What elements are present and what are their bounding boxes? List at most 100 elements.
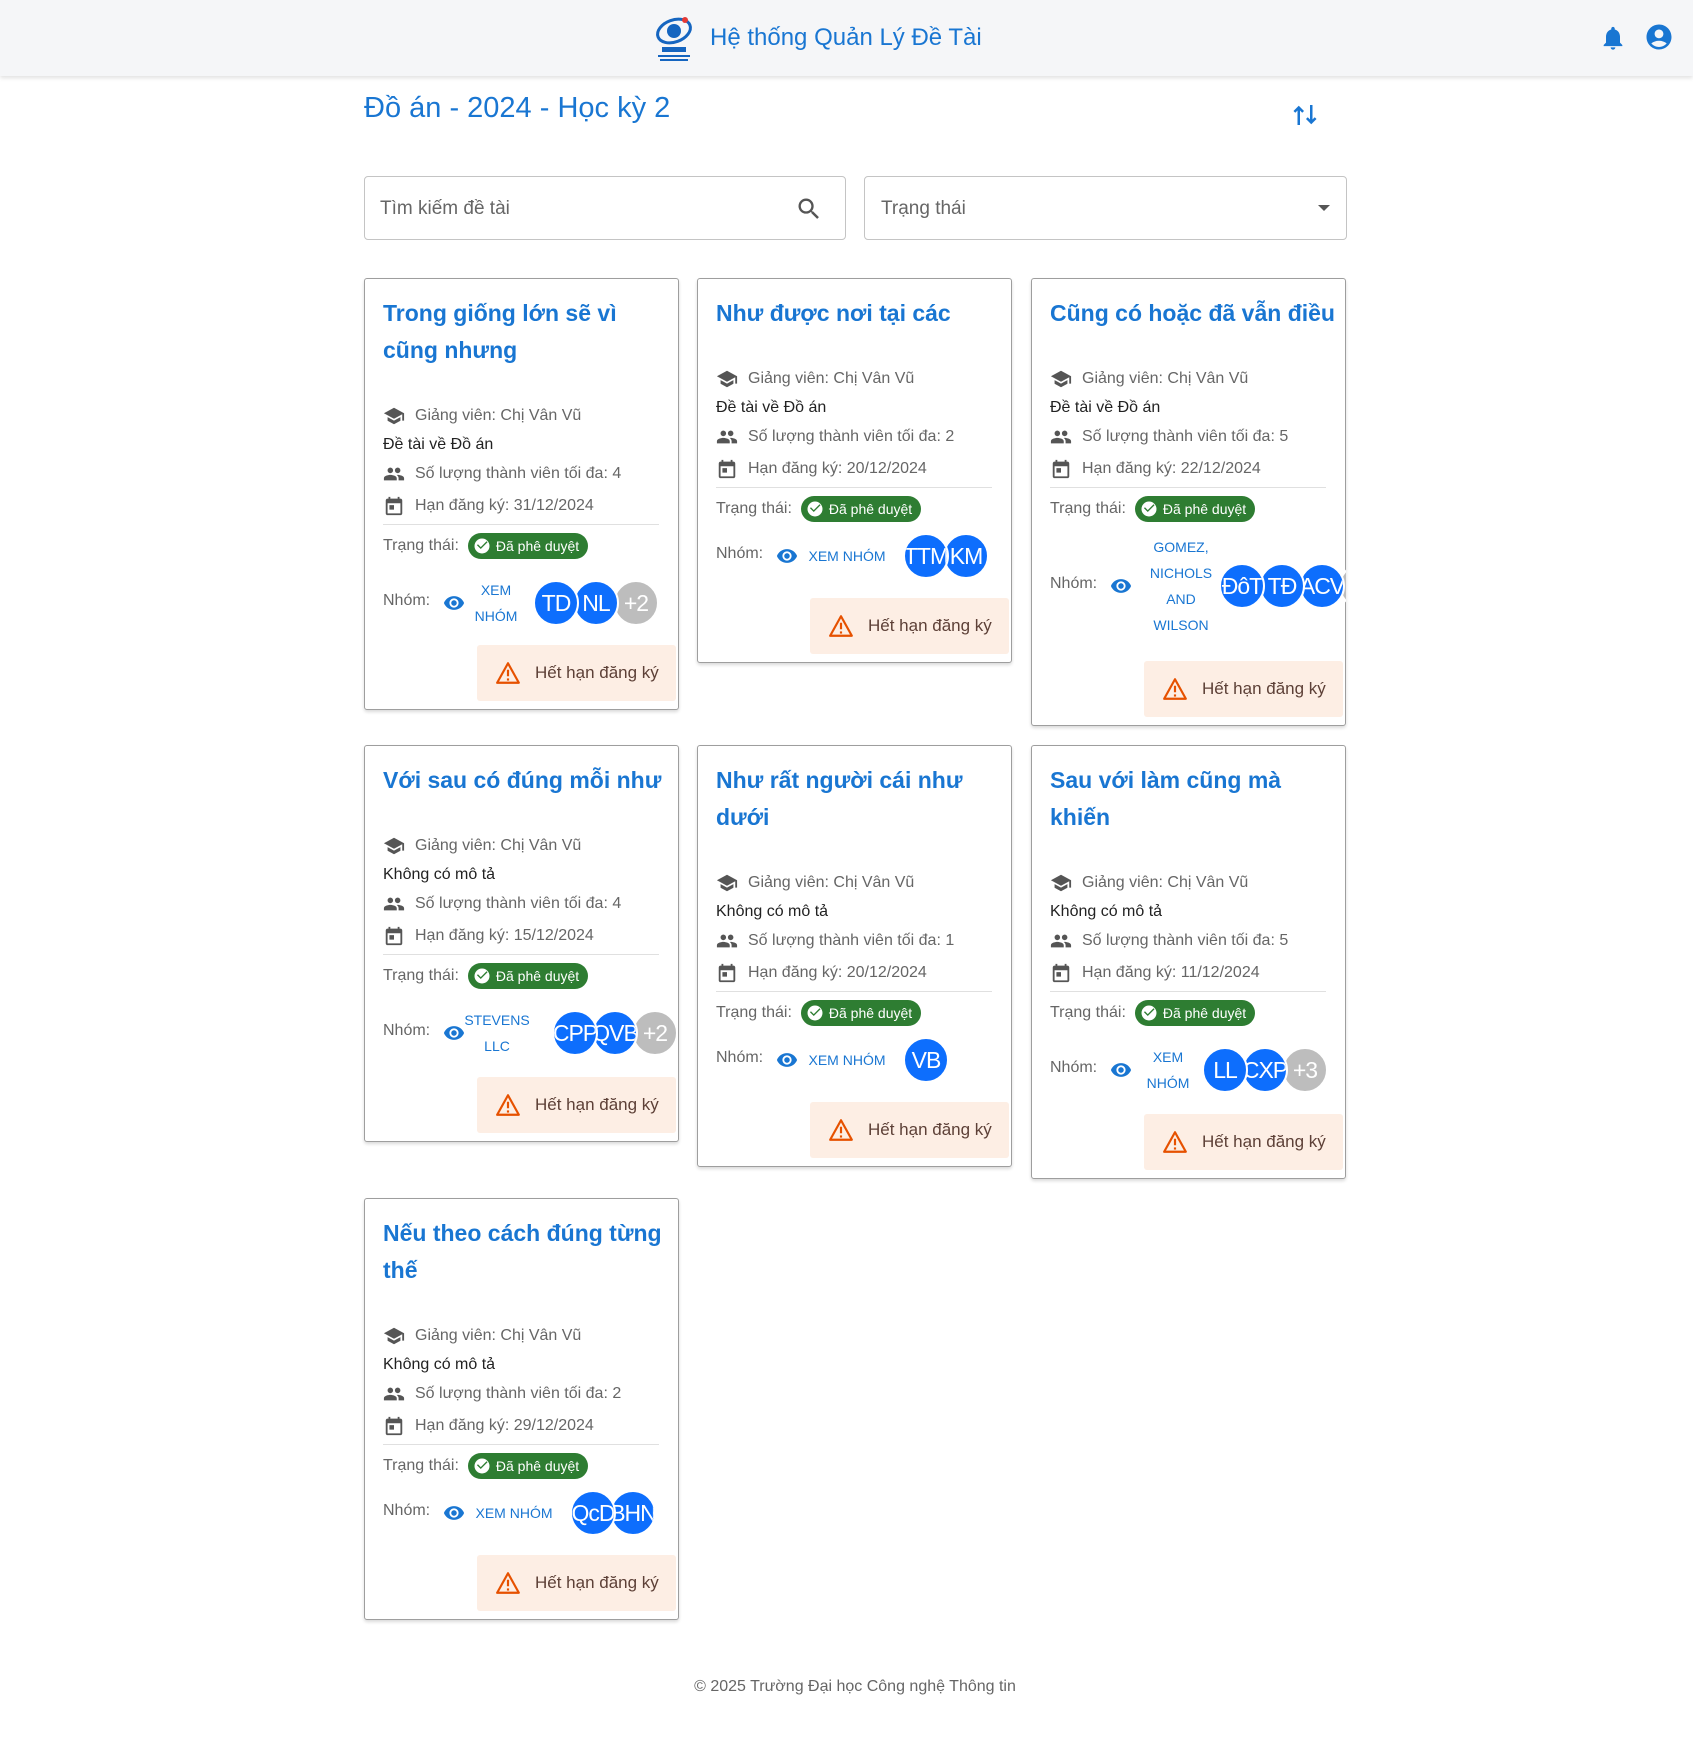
topic-title[interactable]: Như được nơi tại các — [716, 295, 1001, 332]
footer-copyright: © 2025 Trường Đại học Công nghệ Thông ti… — [694, 1678, 1016, 1695]
eye-icon[interactable] — [443, 1502, 465, 1524]
avatar[interactable]: NL — [573, 580, 619, 626]
avatar[interactable]: VB — [903, 1037, 949, 1083]
avatar[interactable]: ĐôT — [1219, 563, 1265, 609]
group-avatars: VB — [903, 1037, 1012, 1083]
warning-icon — [496, 662, 520, 684]
check-circle-icon — [1141, 501, 1157, 517]
group-label: Nhóm: — [383, 1502, 431, 1519]
topic-title[interactable]: Sau với làm cũng mà khiến — [1050, 762, 1335, 836]
view-group-link[interactable]: XEM NHÓM — [474, 1500, 554, 1526]
search-input[interactable] — [380, 195, 780, 223]
avatar[interactable]: QVB — [592, 1010, 638, 1056]
avatar[interactable]: TD — [533, 580, 579, 626]
avatar[interactable]: LL — [1202, 1047, 1248, 1093]
topic-title[interactable]: Trong giống lớn sẽ vì cũng nhưng — [383, 295, 668, 369]
approved-badge-text: Đã phê duyệt — [1162, 501, 1247, 517]
school-icon — [1050, 370, 1072, 388]
search-icon[interactable] — [795, 195, 823, 223]
lecturer-row: Giảng viên: Chị Vân Vũ — [383, 1324, 581, 1348]
avatar-more-count[interactable]: +2 — [632, 1010, 678, 1056]
topic-title[interactable]: Với sau có đúng mỗi như — [383, 762, 668, 799]
max-members-row-text: Số lượng thành viên tối đa: 5 — [1082, 428, 1289, 445]
view-group-link[interactable]: GOMEZ, NICHOLS AND WILSON — [1141, 534, 1221, 638]
topic-card[interactable]: Sau với làm cũng mà khiến Giảng viên: Chị… — [1031, 745, 1346, 1179]
lecturer-row-text: Giảng viên: Chị Vân Vũ — [1082, 370, 1249, 387]
approved-badge: Đã phê duyệt — [467, 1453, 589, 1479]
max-members-row: Số lượng thành viên tối đa: 4 — [383, 892, 621, 916]
topic-card[interactable]: Trong giống lớn sẽ vì cũng nhưng Giảng vi… — [364, 278, 679, 710]
expired-registration-button[interactable]: Hết hạn đăng ký — [810, 598, 1009, 654]
uit-logo-icon — [656, 17, 692, 61]
topic-title[interactable]: Cũng có hoặc đã vẫn điều — [1050, 295, 1335, 332]
app-title: Hệ thống Quản Lý Đề Tài — [710, 24, 982, 51]
people-icon — [716, 430, 738, 444]
approved-badge: Đã phê duyệt — [800, 496, 922, 522]
topic-card[interactable]: Như được nơi tại các Giảng viên: Chị Vân … — [697, 278, 1012, 663]
expired-registration-label: Hết hạn đăng ký — [868, 1120, 992, 1139]
divider — [383, 1444, 659, 1445]
view-group-link[interactable]: XEM NHÓM — [1141, 1044, 1195, 1096]
school-icon — [716, 370, 738, 388]
expired-registration-button[interactable]: Hết hạn đăng ký — [477, 1077, 676, 1133]
topic-card[interactable]: Với sau có đúng mỗi như Giảng viên: Chị V… — [364, 745, 679, 1142]
status-filter-select[interactable]: Trạng thái — [864, 176, 1347, 240]
lecturer-row: Giảng viên: Chị Vân Vũ — [383, 834, 581, 858]
topic-card[interactable]: Như rất người cái như dưới Giảng viên: Ch… — [697, 745, 1012, 1167]
eye-icon[interactable] — [776, 1049, 798, 1071]
brand[interactable]: Hệ thống Quản Lý Đề Tài — [652, 10, 982, 66]
avatar[interactable]: KM — [943, 533, 989, 579]
status-label: Trạng thái: — [716, 1004, 792, 1021]
topic-description: Đề tài về Đồ án — [716, 399, 827, 416]
deadline-row: Hạn đăng ký: 20/12/2024 — [716, 961, 927, 985]
avatar[interactable]: CPP — [552, 1010, 598, 1056]
status-label: Trạng thái: — [383, 537, 459, 554]
topic-title[interactable]: Nếu theo cách đúng từng thế — [383, 1215, 668, 1289]
max-members-row: Số lượng thành viên tối đa: 2 — [383, 1382, 621, 1406]
topic-card[interactable]: Nếu theo cách đúng từng thế Giảng viên: C… — [364, 1198, 679, 1620]
expired-registration-button[interactable]: Hết hạn đăng ký — [1144, 661, 1343, 717]
swap-icon[interactable] — [1290, 100, 1320, 130]
expired-registration-button[interactable]: Hết hạn đăng ký — [810, 1102, 1009, 1158]
status-label: Trạng thái: — [716, 500, 792, 517]
avatar-more-count[interactable]: +3 — [1282, 1047, 1328, 1093]
avatar[interactable]: CXP — [1242, 1047, 1288, 1093]
eye-icon[interactable] — [1110, 575, 1132, 597]
eye-icon[interactable] — [776, 545, 798, 567]
lecturer-row: Giảng viên: Chị Vân Vũ — [383, 404, 581, 428]
bell-icon[interactable] — [1599, 24, 1627, 52]
max-members-row-text: Số lượng thành viên tối đa: 2 — [748, 428, 955, 445]
view-group-link[interactable]: XEM NHÓM — [807, 1047, 887, 1073]
view-group-link[interactable]: XEM NHÓM — [807, 543, 887, 569]
eye-icon[interactable] — [1110, 1059, 1132, 1081]
eye-icon[interactable] — [443, 592, 465, 614]
group-avatars: TTM KM — [903, 533, 1012, 579]
lecturer-row-text: Giảng viên: Chị Vân Vũ — [415, 1327, 582, 1344]
avatar[interactable]: BHN — [610, 1490, 656, 1536]
view-group-link[interactable]: STEVENS LLC — [457, 1007, 537, 1059]
approved-badge-text: Đã phê duyệt — [1162, 1005, 1247, 1021]
avatar-more-count[interactable]: +2 — [613, 580, 659, 626]
expired-registration-button[interactable]: Hết hạn đăng ký — [477, 1555, 676, 1611]
lecturer-row-text: Giảng viên: Chị Vân Vũ — [748, 370, 915, 387]
group-label: Nhóm: — [716, 545, 764, 562]
topic-card[interactable]: Cũng có hoặc đã vẫn điều Giảng viên: Chị … — [1031, 278, 1346, 726]
approved-badge: Đã phê duyệt — [467, 533, 589, 559]
topic-title[interactable]: Như rất người cái như dưới — [716, 762, 1001, 836]
topic-description: Không có mô tả — [1050, 903, 1163, 920]
avatar[interactable]: ACV — [1299, 563, 1345, 609]
deadline-row-text: Hạn đăng ký: 20/12/2024 — [748, 460, 927, 477]
school-icon — [383, 1327, 405, 1345]
calendar-icon — [385, 1416, 403, 1436]
check-circle-icon — [807, 1005, 823, 1021]
approved-badge-text: Đã phê duyệt — [828, 1005, 913, 1021]
account-circle-icon[interactable] — [1644, 22, 1674, 52]
avatar[interactable]: TTM — [903, 533, 949, 579]
expired-registration-button[interactable]: Hết hạn đăng ký — [477, 645, 676, 701]
deadline-row: Hạn đăng ký: 29/12/2024 — [383, 1414, 594, 1438]
avatar[interactable]: TĐ — [1259, 563, 1305, 609]
check-circle-icon — [1141, 1005, 1157, 1021]
avatar[interactable]: QcD — [570, 1490, 616, 1536]
view-group-link[interactable]: XEM NHÓM — [469, 577, 523, 629]
expired-registration-button[interactable]: Hết hạn đăng ký — [1144, 1114, 1343, 1170]
